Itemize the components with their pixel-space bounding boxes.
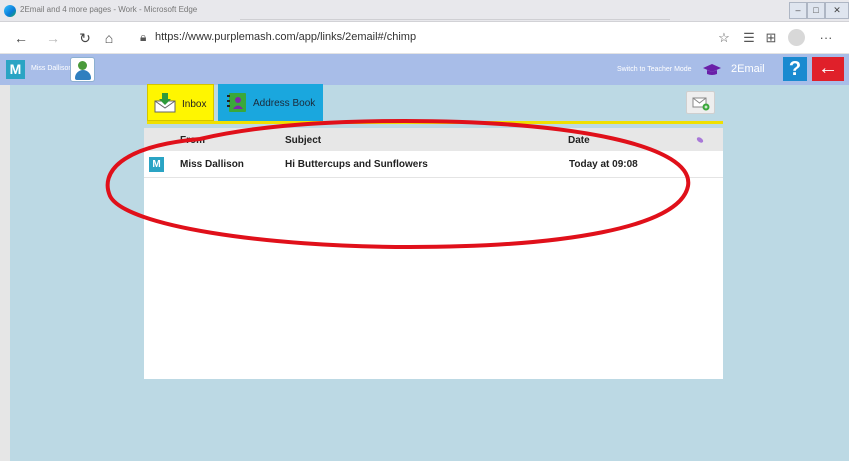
favorites-icon[interactable]: ☰ — [741, 30, 757, 46]
message-date: Today at 09:08 — [569, 159, 638, 170]
profile-icon[interactable] — [788, 29, 805, 46]
tab-address-book[interactable]: Address Book — [218, 84, 323, 121]
tab-inbox[interactable]: Inbox — [147, 84, 214, 121]
avatar-head — [78, 61, 87, 70]
forward-arrow-icon[interactable]: → — [45, 30, 61, 46]
collections-icon[interactable]: ⊞ — [763, 30, 779, 46]
lock-icon[interactable]: 🔒︎ — [140, 30, 146, 45]
column-date[interactable]: Date — [568, 135, 590, 146]
exit-back-button[interactable]: ← — [812, 57, 844, 81]
tab-strip — [240, 6, 670, 20]
column-subject[interactable]: Subject — [285, 135, 321, 146]
sender-avatar: M — [149, 157, 164, 172]
close-button[interactable]: ✕ — [825, 2, 849, 19]
table-row[interactable]: M Miss Dallison Hi Buttercups and Sunflo… — [144, 151, 723, 178]
tab-inbox-label: Inbox — [182, 99, 207, 110]
message-list: From Subject Date M Miss Dallison Hi But… — [144, 128, 723, 379]
mortarboard-icon[interactable] — [703, 64, 721, 79]
app-header: M Miss Dallison Switch to Teacher Mode 2… — [0, 54, 849, 85]
user-name: Miss Dallison — [31, 65, 73, 72]
column-from[interactable]: From — [180, 135, 205, 146]
compose-button[interactable] — [686, 91, 715, 114]
more-icon[interactable]: ··· — [818, 30, 834, 46]
title-bar: 2Email and 4 more pages - Work - Microso… — [0, 0, 849, 22]
attachment-icon — [696, 136, 704, 146]
back-arrow-icon[interactable]: ← — [13, 30, 29, 46]
favorite-star-icon[interactable]: ☆ — [716, 30, 732, 46]
avatar-body — [75, 70, 91, 80]
home-icon[interactable]: ⌂ — [101, 30, 117, 46]
user-avatar-icon[interactable] — [70, 57, 95, 82]
tab-address-book-label: Address Book — [253, 98, 316, 109]
address-book-icon — [227, 93, 246, 112]
message-from: Miss Dallison — [180, 159, 244, 170]
switch-teacher-mode-link[interactable]: Switch to Teacher Mode — [617, 66, 692, 73]
url-field[interactable]: https://www.purplemash.com/app/links/2em… — [155, 31, 416, 43]
address-bar: ← → ↻ ⌂ 🔒︎ https://www.purplemash.com/ap… — [0, 22, 849, 54]
refresh-icon[interactable]: ↻ — [77, 30, 93, 46]
inbox-envelope-icon — [154, 93, 176, 113]
tab-underline — [147, 121, 723, 124]
window-title: 2Email and 4 more pages - Work - Microso… — [20, 5, 198, 14]
help-button[interactable]: ? — [783, 57, 807, 81]
message-subject: Hi Buttercups and Sunflowers — [285, 159, 428, 170]
maximize-button[interactable]: □ — [807, 2, 825, 19]
purple-mash-logo[interactable]: M — [6, 60, 25, 79]
new-mail-icon — [692, 97, 710, 111]
app-name: 2Email — [731, 63, 765, 75]
page-edge — [0, 85, 10, 461]
browser-window: 2Email and 4 more pages - Work - Microso… — [0, 0, 849, 461]
list-header: From Subject Date — [144, 128, 723, 151]
minimize-button[interactable]: – — [789, 2, 807, 19]
edge-icon — [4, 5, 16, 17]
